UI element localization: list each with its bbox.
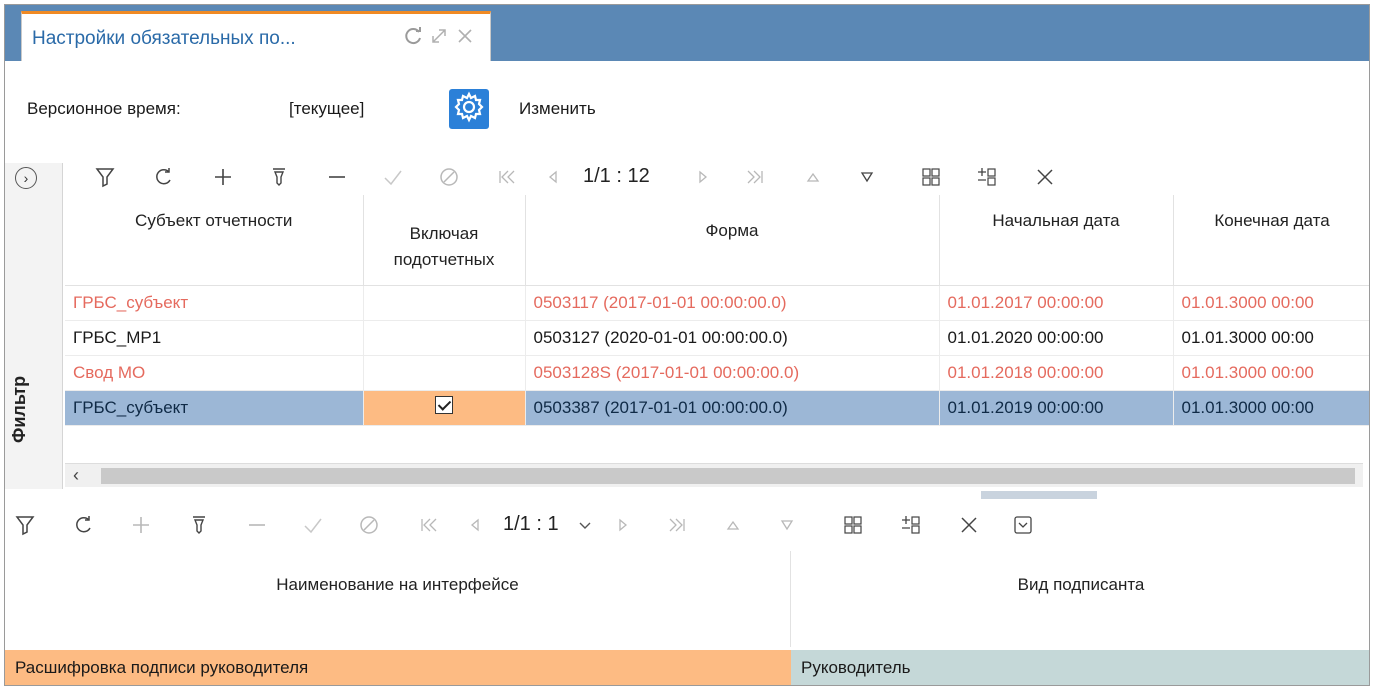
cell-form: 0503127 (2020-01-01 00:00:00.0) [525,320,940,356]
close-icon[interactable] [454,25,476,52]
expand-icon[interactable] [428,25,450,52]
copy-icon[interactable] [261,157,297,197]
signer-grid-header: Наименование на интерфейсе Вид подписант… [5,551,1369,647]
table-row[interactable]: ГРБС_субъект 0503117 (2017-01-01 00:00:0… [65,285,1369,321]
apply-icon [295,505,331,545]
move-up-icon [795,157,831,197]
first-page-icon [489,157,525,197]
next-page-icon [605,505,641,545]
filter-icon[interactable] [7,505,43,545]
change-label[interactable]: Изменить [519,99,596,119]
filter-panel[interactable]: › Фильтр [5,163,63,489]
cell-start-date: 01.01.2020 00:00:00 [939,320,1174,356]
close-icon[interactable] [1027,157,1063,197]
expand-filter-icon[interactable]: › [15,167,37,189]
reporting-grid: Субъект отчетности Включая подотчетных Ф… [65,195,1369,426]
column-header-form[interactable]: Форма [525,195,940,286]
prev-page-icon [535,157,571,197]
add-column-icon[interactable] [893,505,929,545]
cell-subject: ГРБС_МР1 [65,320,364,356]
version-label: Версионное время: [27,99,181,118]
first-page-icon [411,505,447,545]
table-row-selected[interactable]: Расшифровка подписи руководителя Руковод… [5,650,1369,685]
gear-icon [453,91,485,128]
cell-start-date: 01.01.2019 00:00:00 [939,390,1174,426]
cancel-icon [431,157,467,197]
refresh-icon[interactable] [402,25,424,52]
last-page-icon [659,505,695,545]
move-down-icon[interactable] [849,157,885,197]
cell-including[interactable] [363,390,526,426]
cell-form: 0503128S (2017-01-01 00:00:00.0) [525,355,940,391]
tab-bar: Настройки обязательных по... [5,5,1369,61]
pager-label[interactable]: 1/1 : 1 [503,513,559,536]
cell-end-date: 01.01.3000 00:00 [1173,285,1369,321]
cell-end-date: 01.01.3000 00:00 [1173,320,1369,356]
chevron-down-icon[interactable] [567,505,603,545]
column-header-subject[interactable]: Субъект отчетности [65,195,364,286]
scroll-left-icon[interactable]: ‹ [73,465,79,486]
cell-interface-name: Расшифровка подписи руководителя [5,650,791,685]
move-up-icon [715,505,751,545]
change-version-button[interactable] [449,89,489,129]
grid-view-icon[interactable] [913,157,949,197]
filter-label: Фильтр [9,375,29,443]
cell-end-date: 01.01.3000 00:00 [1173,390,1369,426]
table-row-selected[interactable]: ГРБС_субъект 0503387 (2017-01-01 00:00:0… [65,390,1369,426]
prev-page-icon [457,505,493,545]
cell-start-date: 01.01.2018 00:00:00 [939,355,1174,391]
cell-including [363,320,526,356]
add-column-icon[interactable] [969,157,1005,197]
delete-icon [239,505,275,545]
tab-title: Настройки обязательных по... [32,28,296,49]
tab-settings[interactable]: Настройки обязательных по... [21,11,491,61]
filter-icon[interactable] [87,157,123,197]
splitter-handle[interactable] [981,491,1097,499]
cell-subject: ГРБС_субъект [65,285,364,321]
delete-icon[interactable] [319,157,355,197]
close-icon[interactable] [951,505,987,545]
refresh-icon[interactable] [145,157,181,197]
including-checkbox[interactable] [435,396,453,414]
apply-icon [375,157,411,197]
version-value: [текущее] [289,99,365,118]
column-header-including[interactable]: Включая подотчетных [363,195,526,286]
refresh-icon[interactable] [65,505,101,545]
column-header-signer-type[interactable]: Вид подписанта [791,551,1369,647]
cell-signer-type: Руководитель [791,650,1369,685]
next-page-icon [685,157,721,197]
scroll-thumb[interactable] [101,468,1355,484]
table-row[interactable]: Свод МО 0503128S (2017-01-01 00:00:00.0)… [65,355,1369,391]
panel-splitter[interactable] [5,489,1369,501]
move-down-icon [769,505,805,545]
cell-form: 0503387 (2017-01-01 00:00:00.0) [525,390,940,426]
pager-label[interactable]: 1/1 : 12 [583,165,650,188]
add-icon [123,505,159,545]
cell-subject: Свод МО [65,355,364,391]
grid-view-icon[interactable] [835,505,871,545]
top-toolbar: 1/1 : 12 [65,157,1369,197]
cancel-icon [351,505,387,545]
cell-including [363,285,526,321]
add-icon[interactable] [205,157,241,197]
column-header-interface-name[interactable]: Наименование на интерфейсе [5,551,791,647]
cell-start-date: 01.01.2017 00:00:00 [939,285,1174,321]
column-header-end-date[interactable]: Конечная дата [1173,195,1369,286]
cell-subject: ГРБС_субъект [65,390,364,426]
copy-icon[interactable] [181,505,217,545]
bottom-toolbar: 1/1 : 1 [5,505,1369,545]
table-row[interactable]: ГРБС_МР1 0503127 (2020-01-01 00:00:00.0)… [65,320,1369,356]
window-frame: Настройки обязательных по... Версионное … [4,4,1370,686]
cell-including [363,355,526,391]
horizontal-scrollbar[interactable]: ‹ [65,463,1363,487]
cell-form: 0503117 (2017-01-01 00:00:00.0) [525,285,940,321]
dropdown-box-icon[interactable] [1005,505,1041,545]
cell-end-date: 01.01.3000 00:00 [1173,355,1369,391]
column-header-start-date[interactable]: Начальная дата [939,195,1174,286]
last-page-icon [737,157,773,197]
